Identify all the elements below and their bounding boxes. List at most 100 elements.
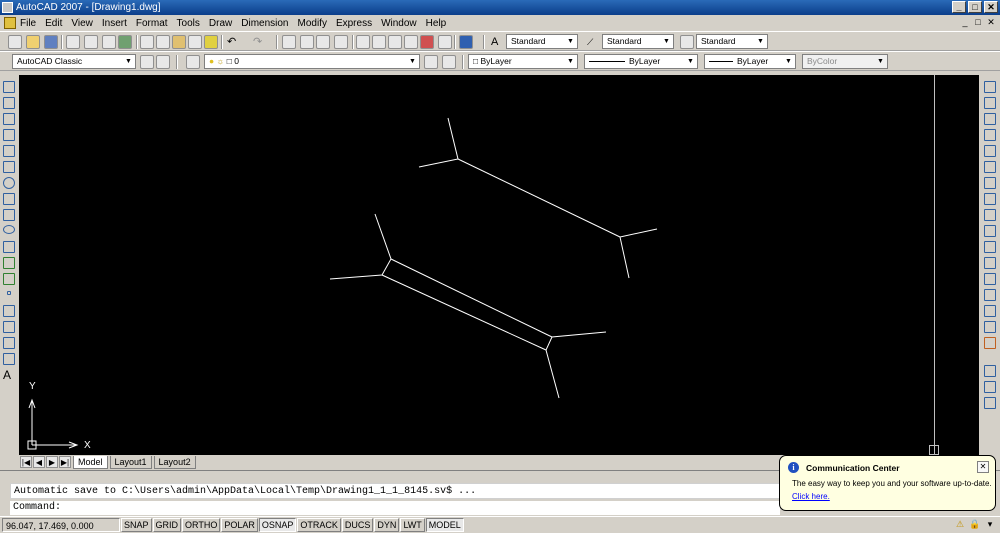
workspace-select[interactable]: AutoCAD Classic ▼: [12, 54, 136, 69]
status-menu-icon[interactable]: ▾: [984, 518, 996, 530]
match-properties-icon[interactable]: [188, 35, 202, 49]
next-tab-icon[interactable]: ▶: [46, 456, 58, 468]
menu-help[interactable]: Help: [426, 18, 447, 29]
trim-icon[interactable]: [984, 225, 996, 237]
previous-tab-icon[interactable]: ◀: [33, 456, 45, 468]
tool-palettes-icon[interactable]: [388, 35, 402, 49]
lower-right-corner[interactable]: [545, 331, 607, 399]
polygon-icon[interactable]: [3, 129, 15, 141]
otrack-toggle[interactable]: OTRACK: [297, 517, 341, 532]
maximize-button[interactable]: □: [968, 1, 982, 13]
text-style-select[interactable]: Standard ▼: [506, 34, 578, 49]
break-at-point-icon[interactable]: [984, 257, 996, 269]
spline-icon[interactable]: [3, 209, 15, 221]
polar-toggle[interactable]: POLAR: [221, 517, 258, 532]
menu-modify[interactable]: Modify: [298, 18, 327, 29]
lower-left-corner[interactable]: [329, 213, 392, 280]
close-button[interactable]: ✕: [984, 1, 998, 13]
copy-clip-icon[interactable]: [156, 35, 170, 49]
color-select[interactable]: □ ByLayer ▼: [468, 54, 578, 69]
ortho-toggle[interactable]: ORTHO: [182, 517, 221, 532]
lower-parallel-line-2[interactable]: [381, 274, 547, 351]
draworder-icon[interactable]: [984, 365, 996, 377]
extend-icon[interactable]: [984, 241, 996, 253]
menu-draw[interactable]: Draw: [209, 18, 232, 29]
tab-layout1[interactable]: Layout1: [109, 455, 152, 469]
join-icon[interactable]: [984, 289, 996, 301]
help-icon[interactable]: [459, 35, 473, 49]
menu-insert[interactable]: Insert: [102, 18, 127, 29]
fillet-icon[interactable]: [984, 321, 996, 333]
lineweight-select[interactable]: ByLayer ▼: [704, 54, 796, 69]
upper-long-line[interactable]: [457, 158, 621, 238]
plot-icon[interactable]: [66, 35, 80, 49]
copy-icon[interactable]: [984, 97, 996, 109]
save-icon[interactable]: [44, 35, 58, 49]
zoom-realtime-icon[interactable]: [300, 35, 314, 49]
model-toggle[interactable]: MODEL: [425, 517, 464, 532]
plot-preview-icon[interactable]: [84, 35, 98, 49]
insert-block-icon[interactable]: [3, 257, 15, 269]
properties-icon[interactable]: [984, 397, 996, 409]
point-icon[interactable]: [7, 291, 11, 295]
table-style-select[interactable]: Standard ▼: [696, 34, 768, 49]
doc-minimize-button[interactable]: _: [960, 17, 970, 27]
properties-palette-icon[interactable]: [356, 35, 370, 49]
paste-icon[interactable]: [172, 35, 186, 49]
design-center-icon[interactable]: [372, 35, 386, 49]
menu-tools[interactable]: Tools: [177, 18, 200, 29]
scale-icon[interactable]: [984, 193, 996, 205]
open-icon[interactable]: [26, 35, 40, 49]
menu-edit[interactable]: Edit: [45, 18, 62, 29]
doc-close-button[interactable]: ✕: [986, 17, 996, 27]
3d-dwf-icon[interactable]: [118, 35, 132, 49]
grid-toggle[interactable]: GRID: [152, 517, 182, 532]
doc-restore-button[interactable]: □: [973, 17, 983, 27]
zoom-previous-icon[interactable]: [334, 35, 348, 49]
osnap-toggle[interactable]: OSNAP: [258, 517, 297, 532]
dyn-toggle[interactable]: DYN: [374, 517, 400, 532]
ellipse-arc-icon[interactable]: [3, 241, 15, 253]
cut-icon[interactable]: [140, 35, 154, 49]
snap-toggle[interactable]: SNAP: [121, 517, 152, 532]
communication-center-icon[interactable]: ⚠: [954, 518, 966, 530]
lower-parallel-line-1[interactable]: [390, 258, 553, 338]
redo-icon[interactable]: ↷: [252, 35, 266, 49]
pan-icon[interactable]: [282, 35, 296, 49]
menu-dimension[interactable]: Dimension: [241, 18, 288, 29]
array-icon[interactable]: [984, 145, 996, 157]
tab-layout2[interactable]: Layout2: [153, 455, 196, 469]
menu-window[interactable]: Window: [381, 18, 417, 29]
menu-express[interactable]: Express: [336, 18, 372, 29]
workspace-settings-icon[interactable]: [140, 55, 154, 69]
line-icon[interactable]: [3, 81, 15, 93]
menu-file[interactable]: File: [20, 18, 36, 29]
dim-style-select[interactable]: Standard ▼: [602, 34, 674, 49]
block-editor-icon[interactable]: [204, 35, 218, 49]
move-icon[interactable]: [984, 161, 996, 173]
erase-icon[interactable]: [984, 81, 996, 93]
minimize-button[interactable]: _: [952, 1, 966, 13]
rotate-icon[interactable]: [984, 177, 996, 189]
linetype-select[interactable]: ByLayer ▼: [584, 54, 698, 69]
last-tab-icon[interactable]: ▶|: [59, 456, 71, 468]
toolbar-lock-icon[interactable]: 🔒: [969, 518, 981, 530]
region-icon[interactable]: [3, 337, 15, 349]
make-object-layer-current-icon[interactable]: [424, 55, 438, 69]
offset-icon[interactable]: [984, 129, 996, 141]
publish-icon[interactable]: [102, 35, 116, 49]
break-icon[interactable]: [984, 273, 996, 285]
multiline-text-icon[interactable]: A: [3, 369, 15, 381]
rectangle-icon[interactable]: [3, 145, 15, 157]
hatch-icon[interactable]: [3, 305, 15, 317]
chamfer-icon[interactable]: [984, 305, 996, 317]
my-workspace-icon[interactable]: [156, 55, 170, 69]
quickcalc-icon[interactable]: [438, 35, 452, 49]
explode-icon[interactable]: [984, 337, 996, 349]
circle-icon[interactable]: [3, 177, 15, 189]
upper-right-corner[interactable]: [619, 228, 658, 279]
mirror-icon[interactable]: [984, 113, 996, 125]
first-tab-icon[interactable]: |◀: [20, 456, 32, 468]
upper-left-corner[interactable]: [418, 117, 459, 168]
coordinate-display[interactable]: 96.047, 17.469, 0.000: [2, 517, 120, 532]
